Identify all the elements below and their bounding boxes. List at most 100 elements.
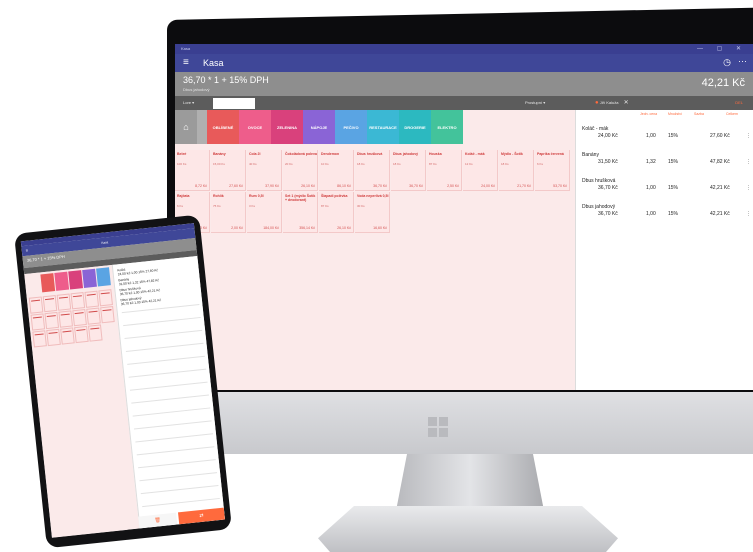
product-stock: 12 Ks — [465, 162, 473, 166]
order-pane: Jedn. cena Množství Sazba Celkem Koláč -… — [575, 110, 753, 390]
product-tile[interactable]: Dbus jahodový 18 Ks 36,70 Kč — [391, 150, 426, 191]
product-tile[interactable]: Mýdlo - Šotik 18 Ks 21,70 Kč — [499, 150, 534, 191]
tablet-category-tile[interactable] — [96, 267, 111, 287]
tablet-product-tile[interactable] — [46, 328, 61, 347]
tablet-category-tile[interactable] — [68, 270, 84, 290]
tablet-category-tile[interactable] — [54, 271, 70, 291]
product-price: 26,10 Kč — [337, 226, 351, 230]
item-menu-icon[interactable]: ⋮ — [746, 159, 751, 165]
order-item[interactable]: Dbus jahodový 36,70 Kč 1,00 15% 42,21 Kč ⋮ — [582, 204, 751, 217]
product-tile[interactable]: Cola 2l 40 Ks 37,90 Kč — [247, 150, 282, 191]
item-menu-icon[interactable]: ⋮ — [746, 185, 751, 191]
tablet-delete-icon[interactable]: 🗑 — [138, 512, 178, 529]
product-price: 36,70 Kč — [373, 184, 387, 188]
tablet-product-tile[interactable] — [98, 289, 113, 307]
product-tile[interactable]: Set 1 (mýdlo Šotik + deodorant) 356,14 Kč — [283, 192, 318, 233]
more-icon[interactable]: ··· — [738, 56, 747, 66]
product-price: 2,00 Kč — [231, 226, 243, 230]
tablet-product-tile[interactable] — [60, 327, 75, 345]
tablet-product-tile[interactable] — [42, 294, 58, 313]
filter-select[interactable]: Lore — [183, 100, 194, 105]
tablet-order-divider — [136, 446, 215, 456]
tablet-product-tile[interactable] — [87, 324, 103, 342]
tablet-hamburger-icon[interactable]: ≡ — [26, 248, 29, 253]
tablet-category-tile[interactable] — [82, 268, 97, 288]
tablet-category-tile[interactable] — [40, 273, 56, 293]
tablet-order-divider — [128, 368, 207, 378]
tablet-product-tile[interactable] — [28, 296, 44, 314]
col-total: Celkem — [726, 112, 738, 116]
product-tile[interactable]: Paprika červená 6 Ks 53,70 Kč — [535, 150, 570, 191]
order-item[interactable]: Dbus hrušková 36,70 Kč 1,00 15% 42,21 Kč ⋮ — [582, 178, 751, 191]
tablet-product-tile[interactable] — [74, 325, 89, 344]
tablet-order-divider — [121, 304, 200, 314]
tablet-screen: ≡ Kasa 36,70 * 1 + 15% DPH Koláč 24,00 Kč… — [20, 223, 225, 538]
product-tile[interactable]: Rum 0,5l 3 Ks 184,00 Kč — [247, 192, 282, 233]
product-tile[interactable]: Dbus hrušková 18 Ks 36,70 Kč — [355, 150, 390, 191]
clock-icon[interactable]: ◷ — [723, 57, 731, 68]
category-tile[interactable]: RESTAURACE — [367, 110, 399, 144]
tablet-product-tile[interactable] — [58, 310, 73, 328]
product-tile[interactable]: Houska 87 Ks 2,50 Kč — [427, 150, 462, 191]
app-title: Kasa — [203, 58, 224, 68]
category-tile[interactable]: OVOCE — [239, 110, 271, 144]
filter-type-select[interactable]: Prostupní — [525, 100, 545, 105]
product-tile[interactable]: Dendemon 10 Ks 86,10 Kč — [319, 150, 354, 191]
product-tile[interactable]: Koláč - mák 12 Ks 24,00 Kč — [463, 150, 498, 191]
order-item-name: Banány — [582, 152, 599, 158]
clear-button[interactable]: DEL — [735, 100, 743, 105]
order-item-qty: 1,00 — [646, 185, 656, 191]
product-stock: 10 Ks — [321, 162, 329, 166]
hamburger-icon[interactable]: ≡ — [183, 57, 189, 68]
product-name: Houska — [429, 152, 442, 156]
window-controls[interactable]: — ▢ ✕ — [697, 45, 747, 52]
order-item-qty: 1,00 — [646, 211, 656, 217]
category-tile[interactable]: OBLÍBENÉ — [207, 110, 239, 144]
tablet-product-tile[interactable] — [56, 293, 72, 311]
search-input[interactable] — [213, 98, 255, 109]
tablet-product-tile[interactable] — [100, 306, 115, 324]
item-menu-icon[interactable]: ⋮ — [746, 133, 751, 139]
product-tile[interactable]: Čokoládová poleva 20 Ks 26,10 Kč — [283, 150, 318, 191]
category-spacer — [197, 110, 207, 144]
product-stock: 87 Ks — [429, 162, 437, 166]
category-tile[interactable]: ZELENINA — [271, 110, 303, 144]
product-tile[interactable]: Beleé 100 Ks 8,72 Kč — [175, 150, 210, 191]
order-item-unit: 36,70 Kč — [598, 211, 618, 217]
category-tile[interactable]: ELEKTRO — [431, 110, 463, 144]
product-tile[interactable]: Banány 15,00 Ks 27,60 Kč — [211, 150, 246, 191]
item-menu-icon[interactable]: ⋮ — [746, 211, 751, 217]
category-tile[interactable]: NÁPOJE — [303, 110, 335, 144]
product-stock: 18 Ks — [357, 162, 365, 166]
tablet-order-divider — [140, 485, 219, 495]
order-item[interactable]: Banány 31,50 Kč 1,32 15% 47,82 Kč ⋮ — [582, 152, 751, 165]
windows-logo-icon — [428, 417, 448, 437]
product-tile[interactable]: Šlapadi polévka 87 Ks 26,10 Kč — [319, 192, 354, 233]
monitor-chin — [167, 392, 753, 454]
order-item-total: 47,82 Kč — [710, 159, 730, 165]
close-icon[interactable]: ✕ — [624, 100, 629, 106]
product-pane: ⌂ OBLÍBENÉ OVOCE ZELENINA NÁPOJE PEČIVO RESTA… — [175, 110, 575, 390]
tablet-product-tile[interactable] — [32, 330, 47, 348]
tablet-product-tile[interactable] — [44, 311, 60, 330]
tablet-product-tile[interactable] — [84, 290, 100, 308]
customer-chip[interactable]: ● Jiří Kaluža ✕ — [595, 99, 629, 106]
tablet-order-divider — [131, 394, 209, 404]
window-titlebar: Kasa — ▢ ✕ — [175, 44, 753, 54]
order-item-unit: 31,50 Kč — [598, 159, 618, 165]
product-name: Rohlík — [213, 194, 224, 198]
order-item[interactable]: Koláč - mák 24,00 Kč 1,00 15% 27,60 Kč ⋮ — [582, 126, 751, 139]
product-tile[interactable]: Voda neperlivá 0,5l 30 Ks 16,60 Kč — [355, 192, 390, 233]
product-tile[interactable]: Rohlík 75 Ks 2,00 Kč — [211, 192, 246, 233]
tablet-product-tile[interactable] — [70, 292, 86, 310]
category-tile[interactable]: DROGERIE — [399, 110, 431, 144]
home-icon[interactable]: ⌂ — [175, 110, 197, 144]
tablet-product-tile[interactable] — [86, 307, 101, 325]
tablet-order-divider — [132, 407, 211, 417]
tablet-product-tile[interactable] — [72, 308, 87, 327]
order-item-vat: 15% — [668, 133, 679, 139]
category-tile[interactable]: PEČIVO — [335, 110, 367, 144]
tablet-product-tile[interactable] — [30, 313, 46, 331]
product-price: 16,60 Kč — [373, 226, 387, 230]
tablet-order-divider — [135, 433, 214, 443]
